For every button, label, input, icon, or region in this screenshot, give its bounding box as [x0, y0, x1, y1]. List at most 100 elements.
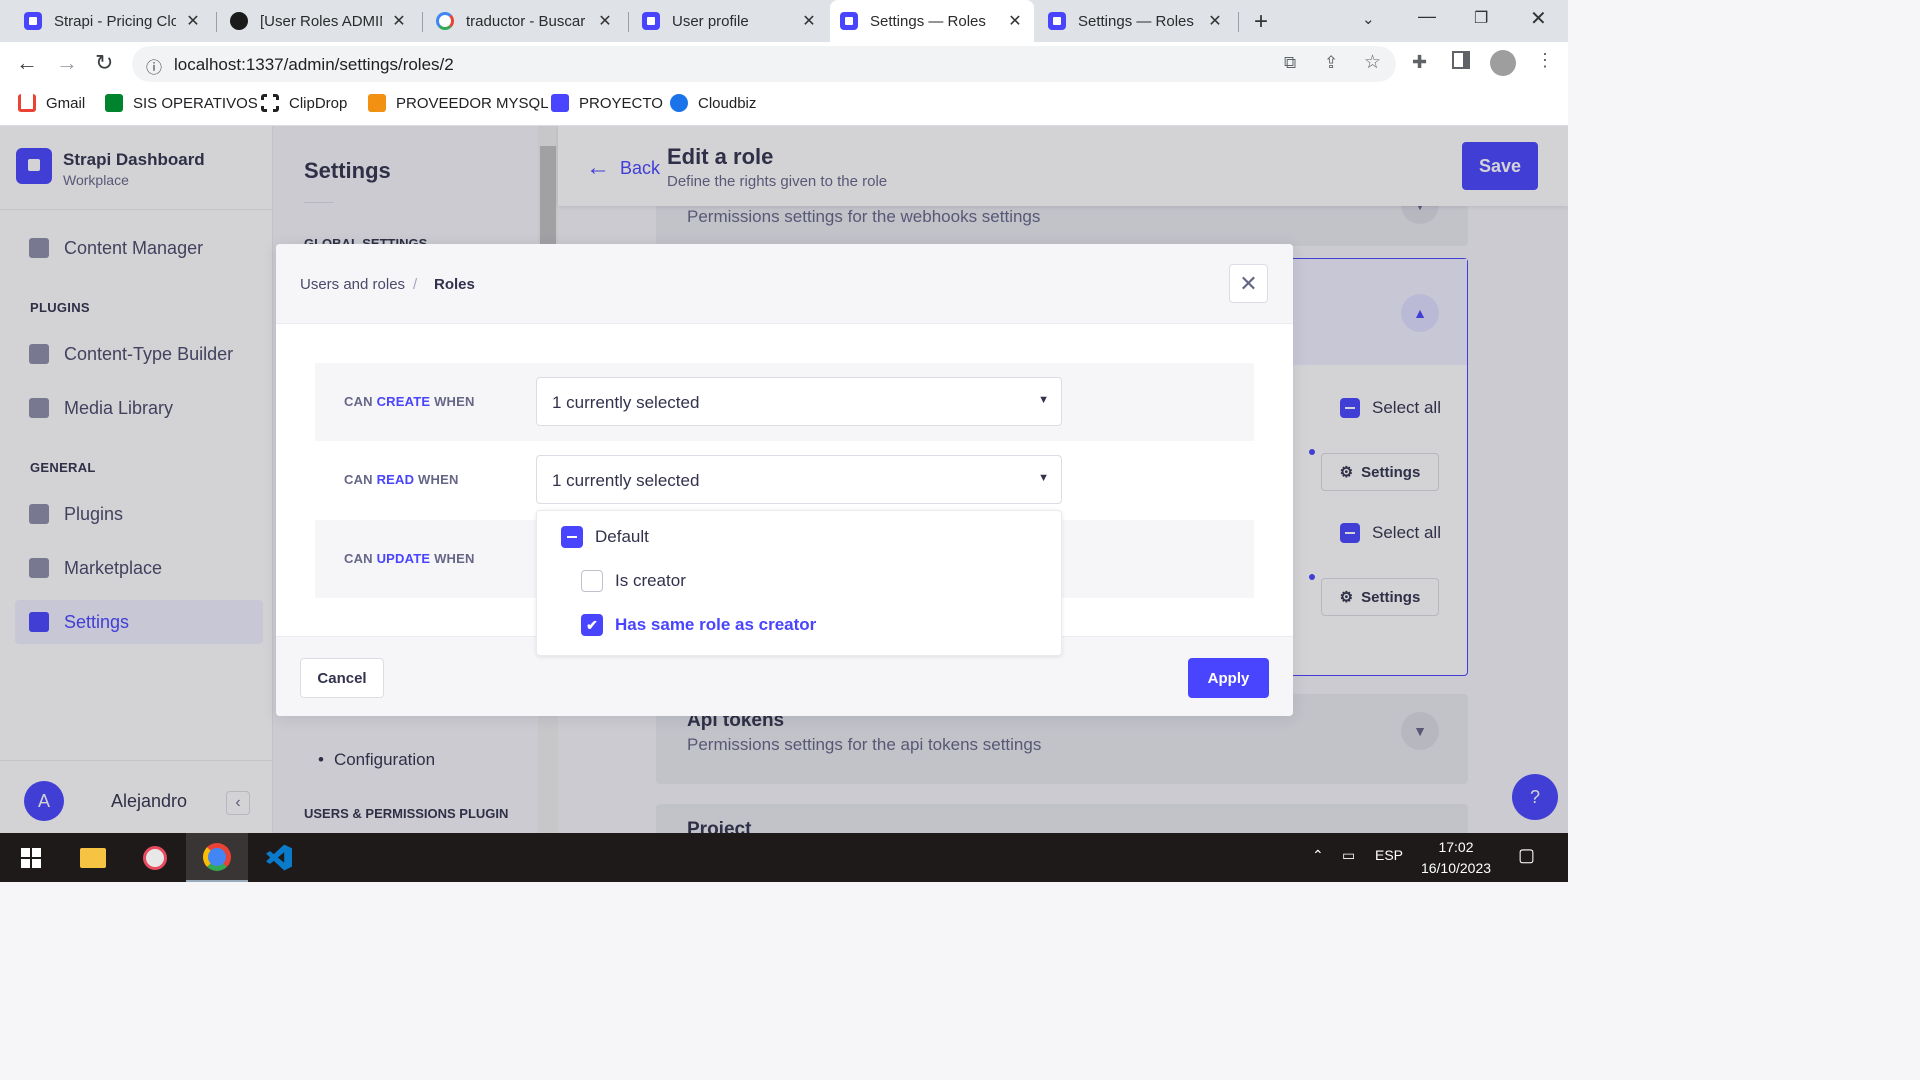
strapi-icon: [551, 94, 569, 112]
paint-icon[interactable]: [124, 833, 186, 882]
close-icon[interactable]: ✕: [800, 11, 818, 31]
strapi-icon: [840, 12, 858, 30]
chrome-icon[interactable]: [186, 833, 248, 882]
option-same-role-as-creator[interactable]: ✔ Has same role as creator: [581, 614, 816, 636]
reload-icon[interactable]: ↻: [95, 50, 113, 76]
bookmark-label: ClipDrop: [289, 94, 348, 112]
os-taskbar: ⌃ ▭ ESP 17:02 16/10/2023 ▢: [0, 833, 1568, 882]
strapi-icon: [1048, 12, 1066, 30]
battery-icon[interactable]: ▭: [1342, 847, 1355, 864]
breadcrumb-parent: Users and roles: [300, 276, 406, 293]
cloud-icon: [670, 94, 688, 112]
tab-title: Settings — Roles: [870, 12, 986, 30]
window-close-icon[interactable]: ✕: [1530, 6, 1547, 31]
browser-tab[interactable]: Strapi - Pricing Clou ✕: [14, 6, 212, 36]
browser-tab[interactable]: Settings — Roles ✕: [1038, 6, 1234, 36]
bookmark-clipdrop[interactable]: ClipDrop: [261, 94, 347, 112]
address-bar[interactable]: ⓘ localhost:1337/admin/settings/roles/2 …: [132, 46, 1396, 82]
tab-separator: [216, 12, 217, 32]
bookmark-label: PROYECTO: [579, 94, 663, 112]
browser-tab-active[interactable]: Settings — Roles ✕: [830, 0, 1034, 42]
cancel-button[interactable]: Cancel: [300, 658, 384, 698]
windows-start-icon[interactable]: [0, 833, 62, 882]
create-condition-select[interactable]: 1 currently selected ▼: [536, 377, 1062, 426]
new-tab-icon[interactable]: +: [1254, 8, 1268, 36]
close-icon[interactable]: ✕: [184, 11, 202, 31]
close-modal-button[interactable]: ✕: [1229, 264, 1268, 303]
share-icon[interactable]: ⇪: [1324, 53, 1338, 73]
system-clock[interactable]: 17:02 16/10/2023: [1408, 837, 1504, 879]
google-icon: [436, 12, 454, 30]
bookmark-star-icon[interactable]: ☆: [1364, 51, 1381, 74]
close-icon[interactable]: ✕: [1006, 11, 1024, 31]
close-icon[interactable]: ✕: [596, 11, 614, 31]
notifications-icon[interactable]: ▢: [1518, 845, 1535, 866]
close-icon[interactable]: ✕: [390, 11, 408, 31]
checkmark-icon: ✔: [581, 614, 603, 636]
tab-separator: [628, 12, 629, 32]
clock-time: 17:02: [1438, 839, 1474, 855]
tray-chevron-up-icon[interactable]: ⌃: [1312, 847, 1324, 864]
bookmark-label: SIS OPERATIVOS: [133, 94, 258, 112]
tab-separator: [422, 12, 423, 32]
file-explorer-icon[interactable]: [62, 833, 124, 882]
apply-button[interactable]: Apply: [1188, 658, 1269, 698]
tab-separator: [1238, 12, 1239, 32]
bookmark-cloudbiz[interactable]: Cloudbiz: [670, 94, 756, 112]
condition-label: CAN UPDATE WHEN: [344, 551, 475, 566]
restore-icon[interactable]: ❐: [1474, 8, 1488, 28]
bookmark-label: Cloudbiz: [698, 94, 757, 112]
option-label: Default: [595, 527, 649, 546]
tab-search-icon[interactable]: ⌄: [1362, 10, 1375, 28]
caret-down-icon: ▼: [1038, 394, 1049, 406]
site-info-icon[interactable]: ⓘ: [146, 54, 162, 78]
back-arrow-icon[interactable]: ←: [16, 50, 38, 76]
option-label: Has same role as creator: [615, 615, 817, 634]
translate-icon[interactable]: ⧉: [1284, 53, 1296, 73]
option-is-creator[interactable]: Is creator: [581, 570, 686, 592]
option-label: Is creator: [615, 571, 686, 590]
conditions-dropdown: Default Is creator ✔ Has same role as cr…: [536, 510, 1062, 656]
condition-row-create: CAN CREATE WHEN 1 currently selected ▼: [315, 363, 1254, 441]
bookmark-sis-operativos[interactable]: SIS OPERATIVOS: [105, 94, 258, 112]
forward-arrow-icon[interactable]: →: [56, 50, 78, 76]
close-icon[interactable]: ✕: [1206, 11, 1224, 31]
bookmark-proveedor-mysql[interactable]: PROVEEDOR MYSQL: [368, 94, 549, 112]
tab-title: Settings — Roles: [1078, 12, 1194, 30]
input-language[interactable]: ESP: [1375, 847, 1403, 863]
gmail-icon: [18, 94, 36, 112]
browser-tab[interactable]: traductor - Buscar c ✕: [426, 6, 624, 36]
strapi-app: Strapi Dashboard Workplace Content Manag…: [0, 126, 1568, 833]
tab-title: User profile: [672, 12, 749, 30]
read-condition-select[interactable]: 1 currently selected ▼: [536, 455, 1062, 504]
tab-title: Strapi - Pricing Clou: [54, 12, 176, 30]
tab-title: traductor - Buscar c: [466, 12, 588, 30]
browser-toolbar: ← → ↻ ⓘ localhost:1337/admin/settings/ro…: [0, 42, 1568, 86]
breadcrumb-separator: /: [413, 276, 418, 293]
strapi-icon: [642, 12, 660, 30]
mysql-icon: [368, 94, 386, 112]
vscode-icon[interactable]: [248, 833, 310, 882]
extensions-icon[interactable]: ✚: [1412, 52, 1427, 73]
browser-tab[interactable]: User profile ✕: [632, 6, 828, 36]
bookmark-proyecto[interactable]: PROYECTO: [551, 94, 663, 112]
select-value: 1 currently selected: [552, 471, 700, 490]
modal-header: Users and roles / Roles ✕: [276, 244, 1293, 324]
strapi-icon: [24, 12, 42, 30]
clipdrop-icon: [261, 94, 279, 112]
clock-date: 16/10/2023: [1420, 860, 1492, 876]
condition-label: CAN CREATE WHEN: [344, 394, 475, 409]
caret-down-icon: ▼: [1038, 472, 1049, 484]
menu-dots-icon[interactable]: ⋮: [1536, 50, 1554, 71]
meet-icon: [105, 94, 123, 112]
bookmark-gmail[interactable]: Gmail: [18, 94, 85, 112]
profile-avatar-icon[interactable]: [1490, 50, 1516, 76]
side-panel-icon[interactable]: [1452, 51, 1470, 69]
option-group-default[interactable]: Default: [561, 526, 649, 548]
browser-tab[interactable]: [User Roles ADMIN ✕: [220, 6, 418, 36]
checkbox-unchecked-icon: [581, 570, 603, 592]
bookmark-label: PROVEEDOR MYSQL: [396, 94, 549, 112]
checkbox-indeterminate-icon: [561, 526, 583, 548]
close-icon: ✕: [1239, 270, 1258, 296]
minimize-icon[interactable]: —: [1418, 6, 1436, 27]
